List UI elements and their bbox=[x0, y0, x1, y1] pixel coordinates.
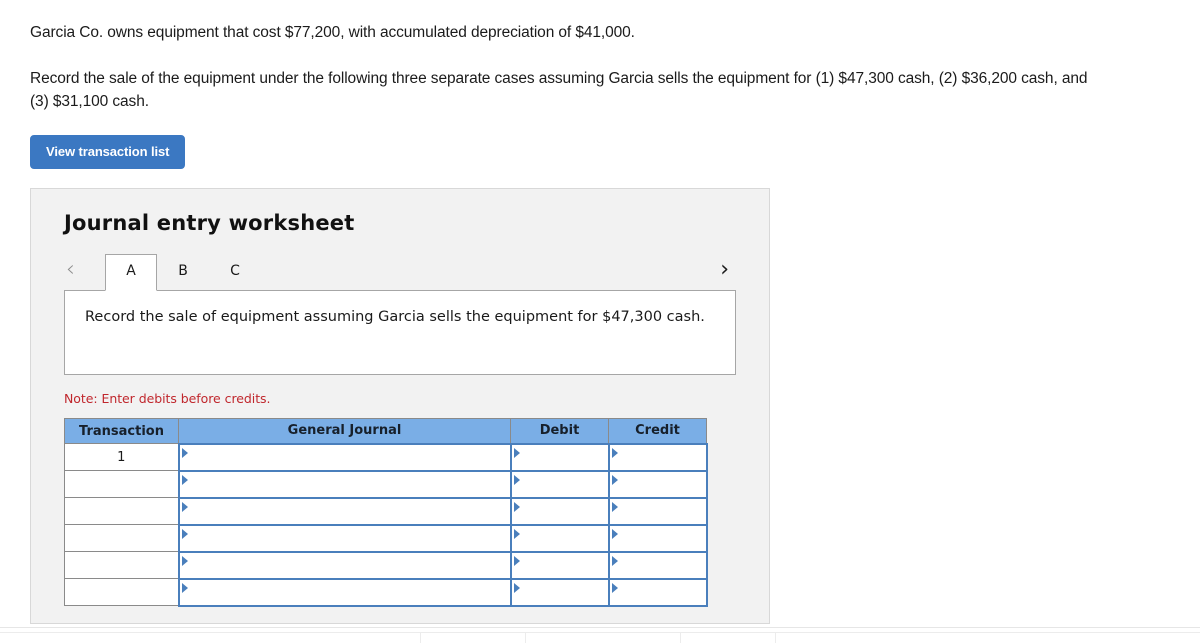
column-header-credit: Credit bbox=[608, 418, 707, 444]
table-row: 1 bbox=[64, 442, 708, 472]
dropdown-triangle-icon bbox=[513, 555, 520, 566]
footer-divider bbox=[680, 633, 681, 643]
worksheet-title: Journal entry worksheet bbox=[64, 211, 355, 235]
tab-b[interactable]: B bbox=[157, 254, 209, 290]
dropdown-triangle-icon bbox=[611, 582, 618, 593]
footer-divider bbox=[525, 633, 526, 643]
table-row bbox=[64, 550, 708, 580]
journal-table-wrapper: Transaction General Journal Debit Credit… bbox=[64, 418, 769, 607]
debit-cell-5[interactable] bbox=[509, 550, 609, 580]
credit-input-4[interactable] bbox=[609, 525, 706, 551]
worksheet-tabstrip: ‹ › A B C bbox=[31, 252, 769, 291]
journal-entry-worksheet-panel: Journal entry worksheet ‹ › A B C Record… bbox=[30, 188, 770, 624]
credit-input-3[interactable] bbox=[609, 498, 706, 524]
debit-cell-6[interactable] bbox=[509, 577, 609, 607]
problem-line-1: Garcia Co. owns equipment that cost $77,… bbox=[30, 24, 635, 41]
table-row bbox=[64, 577, 708, 607]
dropdown-triangle-icon bbox=[181, 555, 188, 566]
column-header-debit: Debit bbox=[510, 418, 609, 444]
general-journal-cell-4[interactable] bbox=[177, 523, 511, 553]
transaction-number-cell bbox=[64, 497, 179, 525]
transaction-number-cell: 1 bbox=[64, 443, 179, 471]
dropdown-triangle-icon bbox=[611, 555, 618, 566]
general-journal-input-1[interactable] bbox=[179, 444, 510, 470]
worksheet-tabs: A B C bbox=[105, 252, 261, 291]
debit-cell-1[interactable] bbox=[509, 442, 609, 472]
transaction-number-cell bbox=[64, 578, 179, 606]
credit-input-5[interactable] bbox=[609, 552, 706, 578]
general-journal-input-5[interactable] bbox=[179, 552, 510, 578]
debit-input-4[interactable] bbox=[511, 525, 608, 551]
toolbar: View transaction list bbox=[0, 113, 1200, 170]
credit-input-1[interactable] bbox=[609, 444, 706, 470]
dropdown-triangle-icon bbox=[181, 501, 188, 512]
table-row bbox=[64, 496, 708, 526]
debit-cell-4[interactable] bbox=[509, 523, 609, 553]
table-row bbox=[64, 469, 708, 499]
debit-input-3[interactable] bbox=[511, 498, 608, 524]
footer-divider bbox=[420, 633, 421, 643]
instruction-text: Record the sale of equipment assuming Ga… bbox=[85, 309, 705, 325]
dropdown-triangle-icon bbox=[611, 474, 618, 485]
instruction-box: Record the sale of equipment assuming Ga… bbox=[64, 290, 736, 375]
credit-cell-5[interactable] bbox=[607, 550, 708, 580]
debit-cell-3[interactable] bbox=[509, 496, 609, 526]
dropdown-triangle-icon bbox=[611, 447, 618, 458]
credit-input-6[interactable] bbox=[609, 579, 706, 605]
transaction-number-cell bbox=[64, 470, 179, 498]
debits-before-credits-note: Note: Enter debits before credits. bbox=[64, 391, 271, 406]
general-journal-cell-1[interactable] bbox=[177, 442, 511, 472]
bottom-toolbar-cutoff bbox=[0, 632, 1200, 643]
problem-line-2: Record the sale of the equipment under t… bbox=[30, 70, 1088, 110]
general-journal-cell-5[interactable] bbox=[177, 550, 511, 580]
dropdown-triangle-icon bbox=[513, 528, 520, 539]
credit-cell-1[interactable] bbox=[607, 442, 708, 472]
view-transaction-list-button[interactable]: View transaction list bbox=[30, 135, 186, 170]
dropdown-triangle-icon bbox=[181, 447, 188, 458]
dropdown-triangle-icon bbox=[513, 474, 520, 485]
general-journal-cell-3[interactable] bbox=[177, 496, 511, 526]
column-header-general-journal: General Journal bbox=[178, 418, 511, 444]
general-journal-cell-6[interactable] bbox=[177, 577, 511, 607]
tab-c[interactable]: C bbox=[209, 254, 261, 290]
table-row bbox=[64, 523, 708, 553]
dropdown-triangle-icon bbox=[611, 528, 618, 539]
footer-divider bbox=[775, 633, 776, 643]
general-journal-cell-2[interactable] bbox=[177, 469, 511, 499]
dropdown-triangle-icon bbox=[611, 501, 618, 512]
credit-input-2[interactable] bbox=[609, 471, 706, 497]
general-journal-input-4[interactable] bbox=[179, 525, 510, 551]
debit-cell-2[interactable] bbox=[509, 469, 609, 499]
transaction-number-cell bbox=[64, 551, 179, 579]
general-journal-input-3[interactable] bbox=[179, 498, 510, 524]
dropdown-triangle-icon bbox=[181, 474, 188, 485]
dropdown-triangle-icon bbox=[513, 447, 520, 458]
general-journal-input-6[interactable] bbox=[179, 579, 510, 605]
dropdown-triangle-icon bbox=[513, 582, 520, 593]
journal-entry-table: Transaction General Journal Debit Credit… bbox=[64, 418, 708, 607]
debit-input-1[interactable] bbox=[511, 444, 608, 470]
transaction-number-cell bbox=[64, 524, 179, 552]
debit-input-2[interactable] bbox=[511, 471, 608, 497]
chevron-right-icon[interactable]: › bbox=[720, 259, 729, 281]
tab-a[interactable]: A bbox=[105, 254, 157, 291]
column-header-transaction: Transaction bbox=[64, 418, 179, 444]
dropdown-triangle-icon bbox=[513, 501, 520, 512]
table-header-row: Transaction General Journal Debit Credit bbox=[64, 418, 707, 444]
dropdown-triangle-icon bbox=[181, 582, 188, 593]
credit-cell-3[interactable] bbox=[607, 496, 708, 526]
dropdown-triangle-icon bbox=[181, 528, 188, 539]
chevron-left-icon[interactable]: ‹ bbox=[66, 259, 75, 281]
problem-statement: Garcia Co. owns equipment that cost $77,… bbox=[0, 0, 1200, 113]
credit-cell-4[interactable] bbox=[607, 523, 708, 553]
debit-input-5[interactable] bbox=[511, 552, 608, 578]
general-journal-input-2[interactable] bbox=[179, 471, 510, 497]
credit-cell-2[interactable] bbox=[607, 469, 708, 499]
page-divider bbox=[0, 627, 1200, 628]
debit-input-6[interactable] bbox=[511, 579, 608, 605]
credit-cell-6[interactable] bbox=[607, 577, 708, 607]
